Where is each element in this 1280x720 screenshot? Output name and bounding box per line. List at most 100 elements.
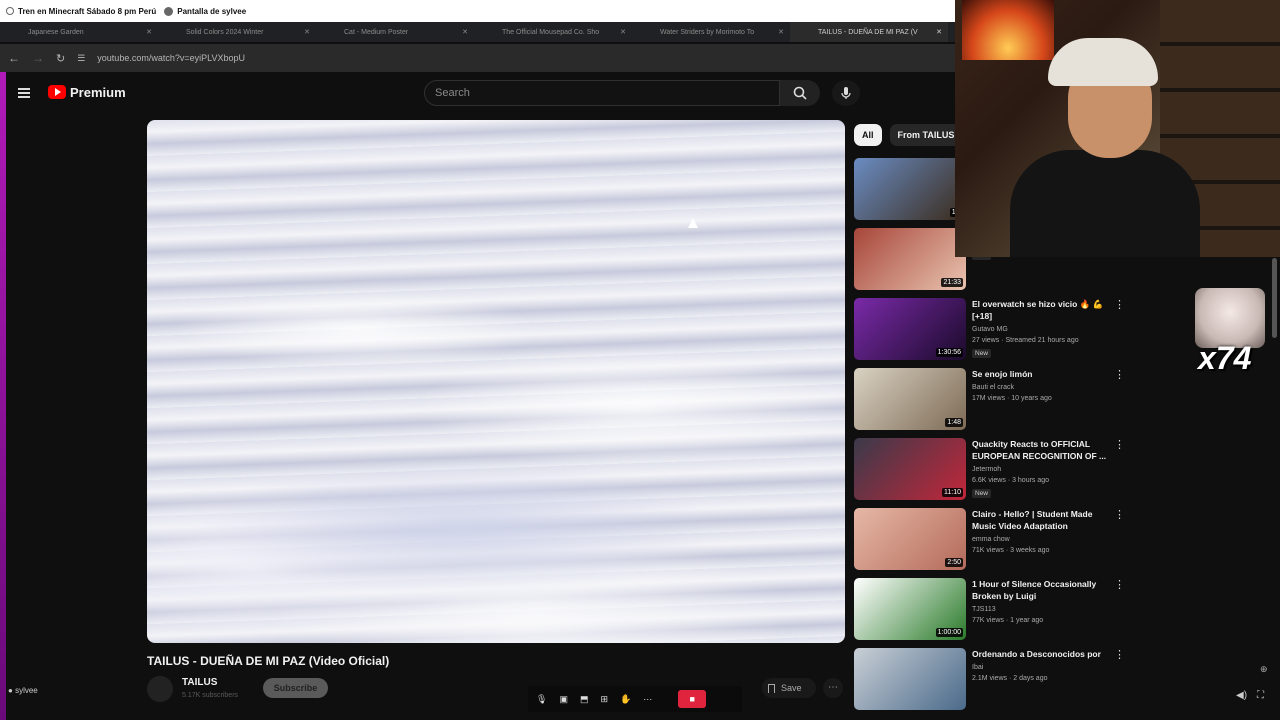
recommendation-title[interactable]: Ordenando a Desconocidos por xyxy=(972,648,1112,660)
video-duration: 1:48 xyxy=(945,418,963,427)
circle-icon xyxy=(6,7,14,15)
tab-water-striders[interactable]: Water Striders by Morimoto To ✕ xyxy=(632,22,790,42)
recommendation-channel[interactable]: Ibai xyxy=(972,664,983,671)
subscriber-count: 5.17K subscribers xyxy=(182,692,239,699)
search-button[interactable] xyxy=(780,80,820,106)
reload-icon[interactable]: ↻ xyxy=(56,52,65,65)
more-options-icon[interactable]: ⋮ xyxy=(1114,508,1125,521)
more-options-icon[interactable]: ⋮ xyxy=(1114,578,1125,591)
volume-icon[interactable]: ◀) xyxy=(1236,690,1247,701)
site-info-icon[interactable]: ☰ xyxy=(77,53,85,64)
recommendation-meta: 6.6K views · 3 hours ago xyxy=(972,477,1050,484)
stream-top-bar: Tren en Minecraft Sábado 8 pm Perú Panta… xyxy=(0,0,955,22)
video-thumbnail[interactable]: 1:30:56 xyxy=(854,298,966,360)
tab-tailus-video[interactable]: TAILUS - DUEÑA DE MI PAZ (V ✕ xyxy=(790,22,948,42)
video-thumbnail[interactable]: 2:50 xyxy=(854,508,966,570)
recommendation-title[interactable]: Quackity Reacts to OFFICIAL EUROPEAN REC… xyxy=(972,438,1112,462)
stream-title-pill: Tren en Minecraft Sábado 8 pm Perú xyxy=(6,7,156,16)
mouse-cursor-icon xyxy=(688,218,698,228)
left-color-strip xyxy=(0,72,6,720)
back-icon[interactable]: ← xyxy=(8,51,20,65)
recommendation-channel[interactable]: Gutavo MG xyxy=(972,326,1008,333)
fullscreen-icon[interactable]: ⛶ xyxy=(1257,690,1264,701)
forward-icon[interactable]: → xyxy=(32,51,44,65)
more-options-icon[interactable]: ⋯ xyxy=(643,694,652,705)
save-button[interactable]: Save xyxy=(762,678,816,698)
video-thumbnail[interactable]: 11: xyxy=(854,158,966,220)
recommendation-item[interactable]: 1:00:00 1 Hour of Silence Occasionally Br… xyxy=(854,578,1134,648)
tab-label: Japanese Garden xyxy=(28,28,84,36)
close-icon[interactable]: ✕ xyxy=(936,28,942,36)
recommendation-title[interactable]: Clairo - Hello? | Student Made Music Vid… xyxy=(972,508,1112,532)
youtube-header: Premium Search xyxy=(6,72,955,116)
channel-avatar[interactable] xyxy=(147,676,173,702)
recommendation-meta: 17M views · 10 years ago xyxy=(972,395,1052,402)
recommendation-item[interactable]: Ordenando a Desconocidos por Ibai 2.1M vie… xyxy=(854,648,1134,718)
tab-label: TAILUS - DUEÑA DE MI PAZ (V xyxy=(818,28,918,36)
more-options-icon[interactable]: ⋮ xyxy=(1114,648,1125,661)
tab-japanese-garden[interactable]: Japanese Garden ✕ xyxy=(0,22,158,42)
recommendation-item[interactable]: 1:30:56 El overwatch se hizo vicio 🔥 💪 [+… xyxy=(854,298,1134,368)
tab-solid-colors[interactable]: Solid Colors 2024 Winter ✕ xyxy=(158,22,316,42)
address-bar: ← → ↻ ☰ youtube.com/watch?v=eyiPLVXbopU xyxy=(0,44,955,72)
tab-label: Solid Colors 2024 Winter xyxy=(186,28,264,36)
video-duration: 21:33 xyxy=(941,278,963,287)
recommendation-channel[interactable]: Jetermoh xyxy=(972,466,1001,473)
voice-search-button[interactable] xyxy=(832,80,860,106)
recommendation-item[interactable]: 2:50 Clairo - Hello? | Student Made Music… xyxy=(854,508,1134,578)
more-options-icon[interactable]: ⋮ xyxy=(1114,368,1125,381)
camera-icon[interactable]: ▣ xyxy=(559,694,568,705)
recommendation-meta: 71K views · 3 weeks ago xyxy=(972,547,1050,554)
video-thumbnail[interactable]: 11:10 xyxy=(854,438,966,500)
fireplace-image xyxy=(962,0,1054,60)
stream-title: Tren en Minecraft Sábado 8 pm Perú xyxy=(18,6,157,16)
video-thumbnail[interactable]: 21:33 xyxy=(854,228,966,290)
screen-share-pill: Pantalla de sylvee xyxy=(164,6,246,16)
viewer-label: ● sylvee xyxy=(8,686,38,695)
video-thumbnail[interactable] xyxy=(854,648,966,710)
zoom-icon[interactable]: ⊕ xyxy=(1260,664,1268,675)
stop-share-icon[interactable]: ■ xyxy=(678,690,707,708)
recommendation-title[interactable]: 1 Hour of Silence Occasionally Broken by… xyxy=(972,578,1112,602)
more-options-icon[interactable]: ⋮ xyxy=(1114,438,1125,451)
close-icon[interactable]: ✕ xyxy=(620,28,626,36)
share-screen-icon[interactable]: ⬒ xyxy=(580,694,589,705)
microphone-icon[interactable]: 🎙 xyxy=(536,694,547,705)
chip-from-tailus[interactable]: From TAILUS xyxy=(889,124,963,146)
video-thumbnail[interactable]: 1:48 xyxy=(854,368,966,430)
hand-icon[interactable]: ✋ xyxy=(620,694,631,705)
recommendation-item[interactable]: 11:10 Quackity Reacts to OFFICIAL EUROPEA… xyxy=(854,438,1134,508)
close-icon[interactable]: ✕ xyxy=(146,28,152,36)
video-player[interactable] xyxy=(147,120,845,643)
tab-label: The Official Mousepad Co. Sho xyxy=(502,28,600,36)
url-field[interactable]: youtube.com/watch?v=eyiPLVXbopU xyxy=(97,53,245,63)
search-input[interactable]: Search xyxy=(424,80,780,106)
tab-mousepad-co[interactable]: The Official Mousepad Co. Sho ✕ xyxy=(474,22,632,42)
scrollbar[interactable] xyxy=(1272,258,1277,338)
tab-cat-poster[interactable]: Cat - Medium Poster ✕ xyxy=(316,22,474,42)
recommendation-title[interactable]: El overwatch se hizo vicio 🔥 💪 [+18] xyxy=(972,298,1112,322)
more-actions-icon[interactable]: ⋯ xyxy=(823,678,843,698)
close-icon[interactable]: ✕ xyxy=(778,28,784,36)
chip-all[interactable]: All xyxy=(854,124,882,146)
more-options-icon[interactable]: ⋮ xyxy=(1114,298,1125,311)
grid-icon[interactable]: ⊞ xyxy=(600,694,608,705)
recommendation-channel[interactable]: Bauti el crack xyxy=(972,384,1014,391)
recommendation-item[interactable]: 1:48 Se enojo limón Bauti el crack 17M view… xyxy=(854,368,1134,438)
subscribe-button[interactable]: Subscribe xyxy=(263,678,328,698)
search-icon xyxy=(793,86,807,100)
recommendation-channel[interactable]: TJS113 xyxy=(972,606,996,613)
video-thumbnail[interactable]: 1:00:00 xyxy=(854,578,966,640)
recommendation-channel[interactable]: emma chow xyxy=(972,536,1010,543)
save-label: Save xyxy=(781,683,802,693)
close-icon[interactable]: ✕ xyxy=(304,28,310,36)
close-icon[interactable]: ✕ xyxy=(462,28,468,36)
youtube-logo-icon[interactable] xyxy=(48,85,66,99)
recommendation-title[interactable]: Se enojo limón xyxy=(972,368,1112,380)
recommendation-meta: 27 views · Streamed 21 hours ago xyxy=(972,337,1079,344)
hamburger-menu-icon[interactable] xyxy=(18,88,30,98)
emote-counter: x74 xyxy=(1198,340,1252,376)
screen-share-icon xyxy=(164,6,174,16)
channel-name[interactable]: TAILUS xyxy=(182,677,217,688)
brand-label[interactable]: Premium xyxy=(70,85,126,100)
